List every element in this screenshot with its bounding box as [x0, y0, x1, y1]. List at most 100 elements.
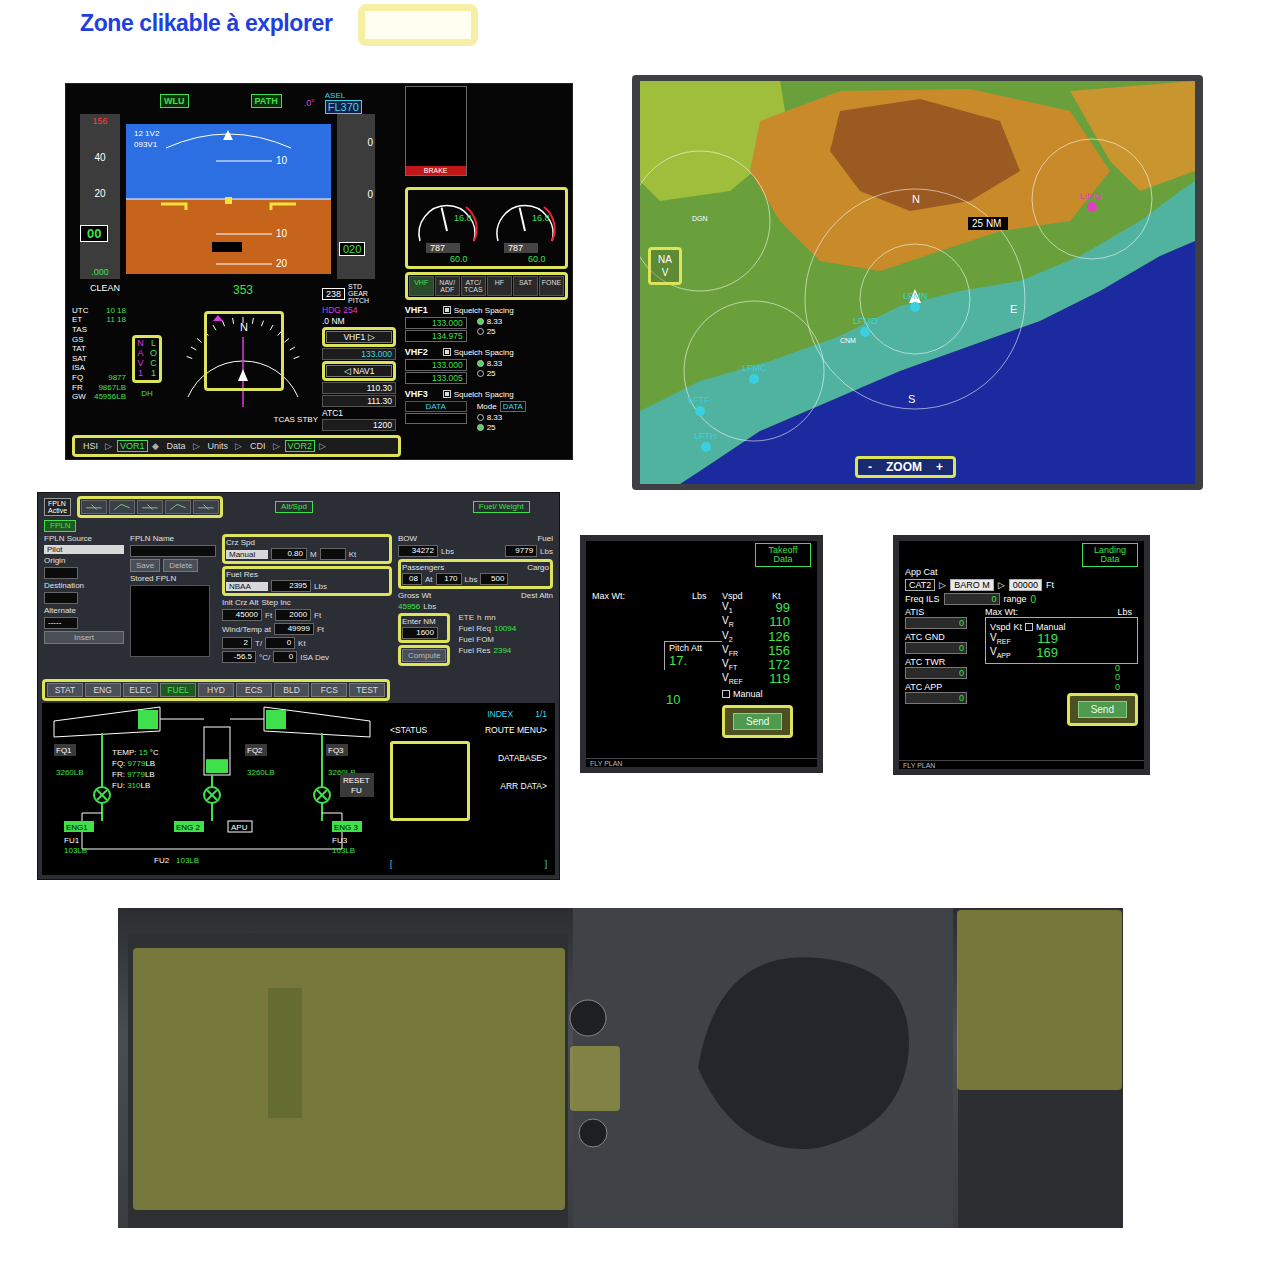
engine-gauges[interactable]: 16.878760.016.878760.0 [405, 187, 568, 269]
fpln-view-strip[interactable] [77, 496, 223, 518]
wind-alt-field[interactable]: 49999 [274, 623, 314, 635]
hsi-click-zone[interactable] [204, 311, 284, 391]
app-cat-select[interactable]: CAT2 [905, 579, 935, 591]
radio-tabs[interactable]: VHFNAV/ ADFATC/ TCASHFSATFONE [405, 272, 568, 300]
airport-pin[interactable]: LFTH [694, 431, 717, 452]
radio-tab[interactable]: FONE [539, 276, 564, 296]
index-link[interactable]: <STATUS [390, 725, 472, 735]
system-tab[interactable]: ELEC [123, 683, 159, 697]
system-tab[interactable]: FUEL [160, 683, 196, 697]
enter-nm-field[interactable]: 1600 [402, 627, 438, 639]
takeoff-tab[interactable]: Takeoff Data [755, 543, 811, 567]
index-link[interactable]: ARR DATA> [500, 781, 547, 791]
softkey-bar[interactable]: HSI▷VOR1◆Data▷Units▷CDI▷VOR2▷ [72, 435, 401, 457]
fuel-field[interactable]: 9779 [505, 545, 537, 557]
radio-tab[interactable]: ATC/ TCAS [461, 276, 486, 296]
system-tab[interactable]: STAT [47, 683, 83, 697]
destination-field[interactable] [44, 592, 78, 604]
wind-dir-field[interactable]: 2 [222, 637, 252, 649]
reserve-mode-select[interactable]: NBAA [226, 582, 268, 591]
fpln-view-icon[interactable] [165, 500, 191, 514]
source-select[interactable]: Pilot [44, 545, 124, 554]
nav-select-button[interactable]: ◁ NAV1 [322, 361, 396, 381]
map-nav-button[interactable]: NAV [648, 247, 682, 285]
fuel-reserve-group[interactable]: Fuel ResNBAA2395Lbs [222, 566, 392, 596]
passengers-group[interactable]: PassengersCargo08At170Lbs500 [398, 559, 553, 589]
airport-pin[interactable]: LFMC [742, 363, 767, 384]
spacing-option[interactable]: 8.33 [477, 413, 526, 422]
radio-tab[interactable]: VHF [409, 276, 434, 296]
system-tab[interactable]: TEST [349, 683, 385, 697]
reserve-field[interactable]: 2395 [271, 580, 311, 592]
nav-source-button[interactable]: NAV1LOC1 [132, 335, 162, 383]
send-button[interactable]: Send [1078, 701, 1127, 718]
airport-pin[interactable]: LFTF [688, 395, 710, 416]
compute-button[interactable]: Compute [398, 645, 450, 666]
fpln-view-icon[interactable] [109, 500, 135, 514]
spacing-option[interactable]: 25 [477, 327, 503, 336]
step-field[interactable]: 2000 [275, 609, 311, 621]
mach-field[interactable]: 0.80 [271, 548, 307, 560]
standby-frequency[interactable]: 134.975 [405, 330, 467, 342]
wind-speed-field[interactable]: 0 [265, 637, 295, 649]
system-tab[interactable]: HYD [198, 683, 234, 697]
autopilot-zone[interactable] [957, 910, 1122, 1090]
index-link[interactable]: ROUTE MENU> [485, 725, 547, 735]
zoom-bar[interactable]: -ZOOM+ [855, 456, 956, 478]
system-tab[interactable]: ENG [85, 683, 121, 697]
fms-tab[interactable]: Alt/Spd [275, 501, 313, 513]
isa-field[interactable]: 0 [273, 651, 297, 663]
zoom-in-button[interactable]: + [936, 460, 943, 474]
mode-box[interactable]: DATA [500, 401, 526, 412]
send-zone[interactable]: Send [722, 705, 793, 738]
radio-tab[interactable]: HF [487, 276, 512, 296]
softkey[interactable]: CDI▷ [247, 440, 280, 452]
comm-field[interactable]: 0 [905, 642, 967, 654]
cruise-mode-select[interactable]: Manual [226, 550, 268, 559]
origin-field[interactable] [44, 567, 78, 579]
squelch-checkbox[interactable]: Squelch Spacing [443, 306, 514, 315]
radio-tab[interactable]: NAV/ ADF [435, 276, 460, 296]
system-tab[interactable]: ECS [236, 683, 272, 697]
radio-select-button[interactable]: VHF1 ▷ [322, 327, 396, 347]
airport-pin[interactable]: LFMN [903, 291, 928, 312]
keypad-zone[interactable] [133, 948, 565, 1210]
active-frequency[interactable]: 133.000 [405, 317, 467, 329]
insert-button[interactable]: Insert [44, 631, 124, 644]
init-alt-field[interactable]: 45000 [222, 609, 262, 621]
send-button[interactable]: Send [733, 713, 782, 730]
spacing-option[interactable]: 8.33 [477, 359, 503, 368]
menu-button-zone[interactable] [570, 1046, 620, 1111]
freq-field[interactable]: 0 [944, 593, 1000, 605]
index-click-zone[interactable] [390, 741, 470, 821]
temp-field[interactable]: -56.5 [222, 651, 256, 663]
save-button[interactable]: Save [130, 559, 160, 572]
reset-fu-button[interactable] [340, 773, 374, 797]
fpln-view-icon[interactable] [81, 500, 107, 514]
cargo-field[interactable]: 500 [480, 573, 508, 585]
enter-nm-group[interactable]: Enter NM1600 [398, 613, 450, 643]
spacing-option[interactable]: 8.33 [477, 317, 503, 326]
stored-list[interactable] [130, 585, 210, 657]
softkey[interactable]: Units▷ [205, 440, 243, 452]
manual-checkbox[interactable] [1025, 623, 1033, 631]
squelch-checkbox[interactable]: Squelch Spacing [443, 390, 514, 399]
bow-field[interactable]: 34272 [398, 545, 438, 557]
softkey[interactable]: VOR1◆ [117, 440, 159, 452]
pax-field[interactable]: 08 [402, 573, 422, 585]
comm-field[interactable]: 0 [905, 617, 967, 629]
system-tab[interactable]: BLD [274, 683, 310, 697]
airport-pin[interactable]: LIMG [1080, 191, 1102, 212]
system-tabs[interactable]: STATENGELECFUELHYDECSBLDFCSTEST [42, 679, 390, 701]
squelch-checkbox[interactable]: Squelch Spacing [443, 348, 514, 357]
fpln-view-icon[interactable] [193, 500, 219, 514]
manual-checkbox[interactable]: Manual [722, 689, 811, 699]
landing-tab[interactable]: Landing Data [1082, 543, 1138, 567]
spacing-option[interactable]: 25 [477, 423, 526, 432]
data-field[interactable] [405, 413, 467, 424]
softkey[interactable]: VOR2▷ [285, 440, 327, 452]
fms-tab[interactable]: Fuel/ Weight [473, 501, 530, 513]
active-frequency[interactable]: 133.000 [405, 359, 467, 371]
standby-frequency[interactable]: 133.005 [405, 372, 467, 384]
radio-tab[interactable]: SAT [513, 276, 538, 296]
